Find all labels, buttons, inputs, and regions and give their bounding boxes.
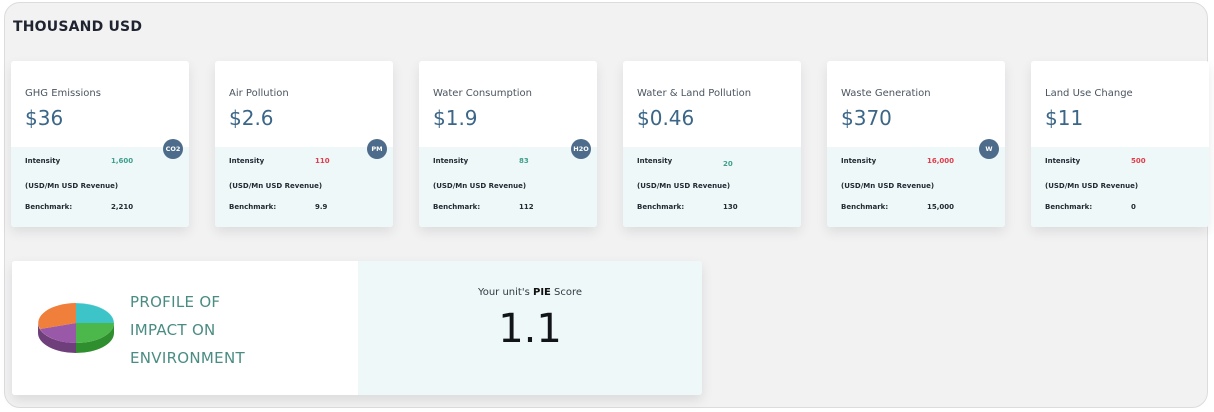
co2-badge-icon: CO2: [163, 139, 183, 159]
card-title: GHG Emissions: [25, 88, 101, 99]
card-value: $370: [841, 106, 892, 130]
card-value: $0.46: [637, 106, 695, 130]
score-prefix: Your unit's: [477, 287, 533, 298]
benchmark-label: Benchmark:: [433, 203, 481, 211]
card-value: $11: [1045, 106, 1084, 130]
unit-label: (USD/Mn USD Revenue): [841, 182, 935, 190]
pie-profile-panel[interactable]: PROFILE OF IMPACT ON ENVIRONMENT Your un…: [12, 261, 702, 395]
card-details: Intensity 500 (USD/Mn USD Revenue) Bench…: [1031, 147, 1209, 227]
pie-score-area: Your unit's PIE Score 1.1: [358, 261, 702, 395]
unit-label: (USD/Mn USD Revenue): [433, 182, 527, 190]
benchmark-label: Benchmark:: [229, 203, 277, 211]
intensity-label: Intensity: [637, 157, 673, 165]
intensity-value: 500: [1131, 157, 1146, 165]
card-header: Air Pollution $2.6: [215, 61, 393, 147]
card-title: Waste Generation: [841, 88, 931, 99]
benchmark-value: 130: [723, 203, 738, 211]
dashboard-frame: THOUSAND USD GHG Emissions $36 CO2 Inten…: [4, 2, 1209, 408]
w-badge-icon: W: [979, 139, 999, 159]
pie-title-line-2: IMPACT ON: [130, 321, 216, 339]
intensity-label: Intensity: [25, 157, 61, 165]
card-value: $36: [25, 106, 64, 130]
card-header: GHG Emissions $36: [11, 61, 189, 147]
card-value: $2.6: [229, 106, 274, 130]
intensity-value: 20: [723, 160, 733, 168]
intensity-label: Intensity: [1045, 157, 1081, 165]
pie-title-line-3: ENVIRONMENT: [130, 349, 245, 367]
card-details: Intensity 20 (USD/Mn USD Revenue) Benchm…: [623, 147, 801, 227]
unit-label: (USD/Mn USD Revenue): [637, 182, 731, 190]
benchmark-value: 9.9: [315, 203, 328, 211]
unit-label: (USD/Mn USD Revenue): [229, 182, 323, 190]
metric-card-air-pollution[interactable]: Air Pollution $2.6 PM Intensity 110 (USD…: [215, 61, 393, 227]
intensity-value: 1,600: [111, 157, 134, 165]
pie-score-value: 1.1: [498, 306, 562, 352]
intensity-value: 110: [315, 157, 330, 165]
unit-label: (USD/Mn USD Revenue): [1045, 182, 1139, 190]
intensity-value: 83: [519, 157, 529, 165]
score-bold: PIE: [532, 287, 551, 298]
benchmark-value: 0: [1131, 203, 1136, 211]
metric-card-ghg-emissions[interactable]: GHG Emissions $36 CO2 Intensity 1,600 (U…: [11, 61, 189, 227]
card-title: Land Use Change: [1045, 88, 1133, 99]
pie-chart-3d-icon: [38, 302, 115, 353]
card-title: Water Consumption: [433, 88, 532, 99]
card-title: Water & Land Pollution: [637, 88, 752, 99]
pie-score-caption: Your unit's PIE Score: [358, 287, 702, 298]
h2o-badge-icon: H2O: [571, 139, 591, 159]
metric-card-land-use-change[interactable]: Land Use Change $11 Intensity 500 (USD/M…: [1031, 61, 1209, 227]
pie-title-line-1: PROFILE OF: [130, 293, 221, 311]
intensity-label: Intensity: [229, 157, 265, 165]
pm-badge-icon: PM: [367, 139, 387, 159]
benchmark-value: 15,000: [927, 203, 955, 211]
card-details: Intensity 1,600 (USD/Mn USD Revenue) Ben…: [11, 147, 189, 227]
section-heading: THOUSAND USD: [13, 19, 143, 35]
card-header: Land Use Change $11: [1031, 61, 1209, 147]
metric-card-water-consumption[interactable]: Water Consumption $1.9 H2O Intensity 83 …: [419, 61, 597, 227]
unit-label: (USD/Mn USD Revenue): [25, 182, 119, 190]
card-header: Water Consumption $1.9: [419, 61, 597, 147]
metric-card-water-land-pollution[interactable]: Water & Land Pollution $0.46 Intensity 2…: [623, 61, 801, 227]
benchmark-value: 2,210: [111, 203, 134, 211]
card-value: $1.9: [433, 106, 478, 130]
card-header: Water & Land Pollution $0.46: [623, 61, 801, 147]
benchmark-label: Benchmark:: [841, 203, 889, 211]
benchmark-label: Benchmark:: [637, 203, 685, 211]
benchmark-value: 112: [519, 203, 534, 211]
intensity-label: Intensity: [433, 157, 469, 165]
intensity-value: 16,000: [927, 157, 955, 165]
card-details: Intensity 83 (USD/Mn USD Revenue) Benchm…: [419, 147, 597, 227]
card-header: Waste Generation $370: [827, 61, 1005, 147]
intensity-label: Intensity: [841, 157, 877, 165]
metric-card-waste-generation[interactable]: Waste Generation $370 W Intensity 16,000…: [827, 61, 1005, 227]
pie-profile-label-area: PROFILE OF IMPACT ON ENVIRONMENT: [12, 261, 358, 395]
benchmark-label: Benchmark:: [25, 203, 73, 211]
card-details: Intensity 16,000 (USD/Mn USD Revenue) Be…: [827, 147, 1005, 227]
card-details: Intensity 110 (USD/Mn USD Revenue) Bench…: [215, 147, 393, 227]
benchmark-label: Benchmark:: [1045, 203, 1093, 211]
card-title: Air Pollution: [229, 88, 289, 99]
score-suffix: Score: [550, 287, 583, 298]
